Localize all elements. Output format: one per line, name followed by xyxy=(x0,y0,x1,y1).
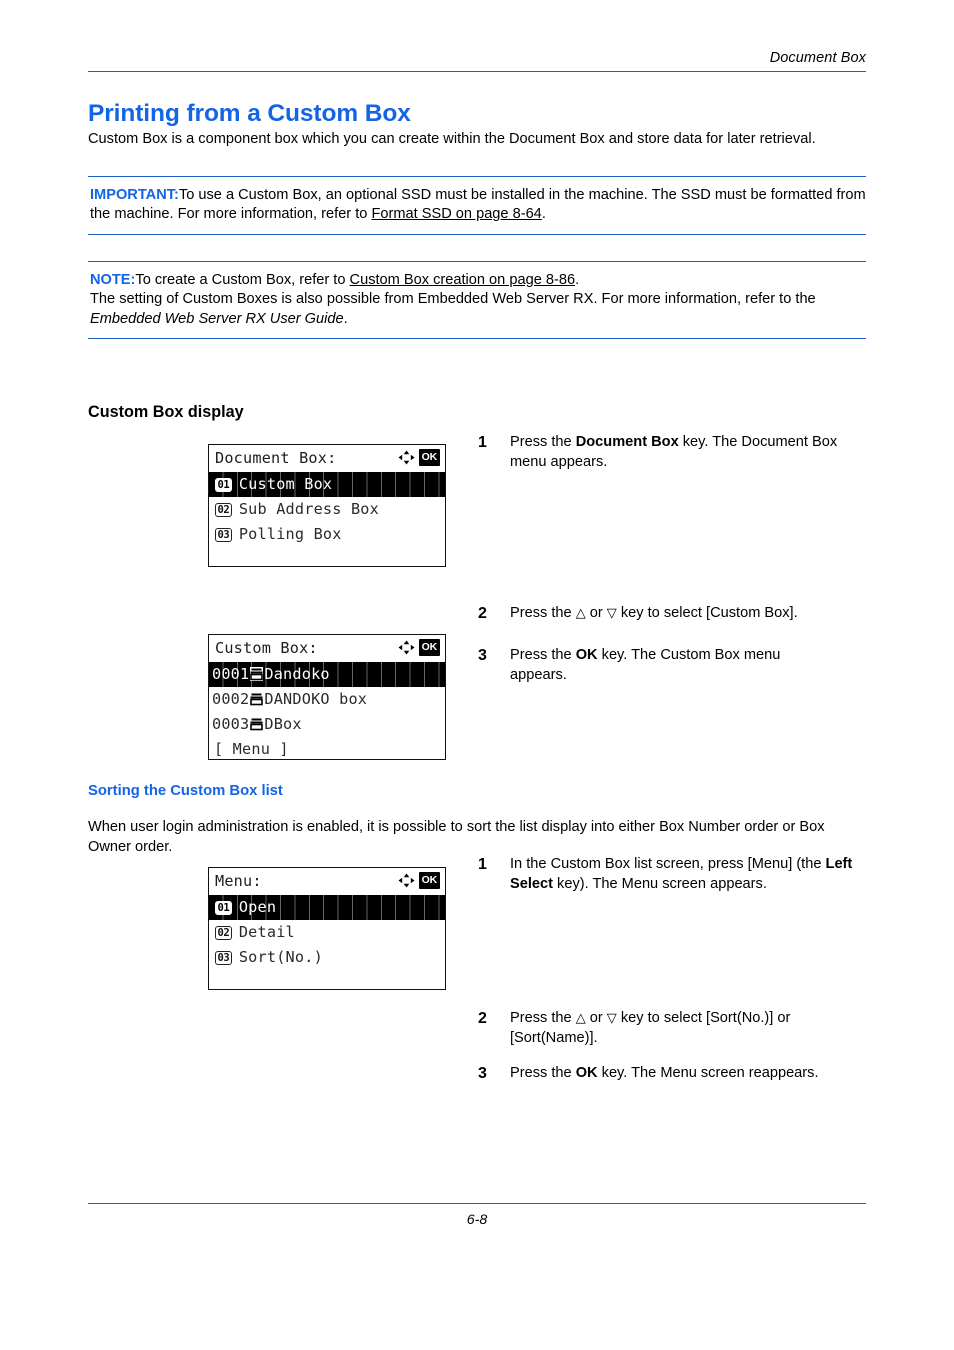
step-3-number: 3 xyxy=(478,647,487,665)
important-callout: IMPORTANT:To use a Custom Box, an option… xyxy=(88,175,866,235)
lcd2-row-2-label: DBox xyxy=(264,715,302,733)
lcd2-indicators: OK xyxy=(398,639,440,656)
lcd1-indicators: OK xyxy=(398,449,440,466)
lcd-screen-custom-box-list: Custom Box: OK 0001 Dandoko 0002 DANDOKO b… xyxy=(208,634,446,760)
lcd2-row-1[interactable]: 0002 DANDOKO box xyxy=(209,687,445,712)
intro-paragraph: Custom Box is a component box which you … xyxy=(88,131,816,147)
sort-step-2-number: 2 xyxy=(478,1010,487,1028)
box-glyph-icon xyxy=(250,714,264,731)
sorting-intro-paragraph: When user login administration is enable… xyxy=(88,819,825,855)
lcd3-row-1[interactable]: 02 Detail xyxy=(209,920,445,945)
sort-step-3-number: 3 xyxy=(478,1065,487,1083)
lcd3-row-0[interactable]: 01 Open xyxy=(209,895,445,920)
lcd1-row-1-number: 02 xyxy=(215,502,232,517)
lcd2-row-1-number: 0002 xyxy=(212,690,250,708)
note-body: NOTE:To create a Custom Box, refer to Cu… xyxy=(88,262,866,339)
lcd2-row-1-label: DANDOKO box xyxy=(264,690,368,708)
step-1-text: Press the Document Box key. The Document… xyxy=(510,434,838,470)
step-2-text: Press the △ or ▽ key to select [Custom B… xyxy=(510,605,798,622)
lcd3-title-row: Menu: OK xyxy=(209,868,445,895)
lcd1-row-2[interactable]: 03 Polling Box xyxy=(209,522,445,547)
lcd3-row-1-number: 02 xyxy=(215,925,232,940)
sort-step-item-1: 1 In the Custom Box list screen, press [… xyxy=(478,855,868,894)
lcd3-indicators: OK xyxy=(398,872,440,889)
note-text-3: The setting of Custom Boxes is also poss… xyxy=(90,291,816,307)
lcd1-row-1[interactable]: 02 Sub Address Box xyxy=(209,497,445,522)
lcd3-row-1-label: Detail xyxy=(238,923,295,941)
step-1-number: 1 xyxy=(478,434,487,451)
lcd1-row-0-number: 01 xyxy=(215,477,232,492)
lcd3-row-0-label: Open xyxy=(238,898,277,916)
document-page: Document Box Printing from a Custom Box … xyxy=(0,0,954,1350)
important-text-2: . xyxy=(541,206,546,222)
sort-step-item-2: 2 Press the △ or ▽ key to select [Sort(N… xyxy=(478,1009,868,1048)
note-text-4: . xyxy=(343,310,348,327)
note-link[interactable]: Custom Box creation on page 8-86 xyxy=(350,272,576,288)
step-2-number: 2 xyxy=(478,605,487,623)
step-3-text: Press the OK key. The Custom Box menu ap… xyxy=(510,647,781,683)
lcd1-row-2-number: 03 xyxy=(215,527,232,542)
sort-step-2-text: Press the △ or ▽ key to select [Sort(No.… xyxy=(510,1010,791,1046)
lcd3-row-2-number: 03 xyxy=(215,950,232,965)
lcd2-row-2[interactable]: 0003 DBox xyxy=(209,712,445,737)
ok-badge-icon: OK xyxy=(418,872,440,889)
running-head: Document Box xyxy=(769,50,866,66)
step-item-3: 3 Press the OK key. The Custom Box menu … xyxy=(478,646,868,685)
note-text-2: . xyxy=(575,271,580,288)
page-footer: 6-8 xyxy=(88,1203,866,1228)
sort-step-item-3: 3 Press the OK key. The Menu screen reap… xyxy=(478,1064,868,1084)
lcd2-row-2-number: 0003 xyxy=(212,715,250,733)
lcd1-title: Document Box: xyxy=(215,449,337,467)
lcd1-row-2-label: Polling Box xyxy=(238,525,342,543)
box-glyph-icon xyxy=(250,664,264,681)
note-rule-bottom xyxy=(88,338,866,339)
lcd1-row-0[interactable]: 01 Custom Box xyxy=(209,472,445,497)
important-body: IMPORTANT:To use a Custom Box, an option… xyxy=(88,177,866,234)
lcd2-row-0-label: Dandoko xyxy=(264,665,330,683)
lcd2-title: Custom Box: xyxy=(215,639,318,657)
lcd3-row-2-label: Sort(No.) xyxy=(238,948,323,966)
page-title: Printing from a Custom Box xyxy=(88,100,411,127)
lcd2-softkey-row[interactable]: [ Menu ] xyxy=(209,737,445,759)
subsection-heading-sorting: Sorting the Custom Box list xyxy=(88,783,283,799)
lcd1-row-1-label: Sub Address Box xyxy=(238,500,379,518)
lcd3-row-0-number: 01 xyxy=(215,900,232,915)
sort-step-1-number: 1 xyxy=(478,856,487,873)
sort-step-1-text: In the Custom Box list screen, press [Me… xyxy=(510,856,853,892)
lcd2-row-0[interactable]: 0001 Dandoko xyxy=(209,662,445,687)
step-list-custom-box-display: 1 Press the Document Box key. The Docume… xyxy=(478,433,868,685)
ok-badge-icon: OK xyxy=(418,639,440,656)
box-glyph-icon xyxy=(250,689,264,706)
lcd2-title-row: Custom Box: OK xyxy=(209,635,445,662)
main-content: Printing from a Custom Box Custom Box is… xyxy=(88,100,866,339)
lcd2-softkey-menu: [ Menu ] xyxy=(214,740,289,758)
lcd-screen-document-box: Document Box: OK 01 Custom Box 02 Sub Addr… xyxy=(208,444,446,567)
lcd3-title: Menu: xyxy=(215,872,262,890)
important-link[interactable]: Format SSD on page 8-64 xyxy=(371,206,541,222)
note-text-1: To create a Custom Box, refer to xyxy=(135,271,350,288)
lcd2-row-0-number: 0001 xyxy=(212,665,250,683)
step-item-2: 2 Press the △ or ▽ key to select [Custom… xyxy=(478,604,868,624)
lcd3-row-2[interactable]: 03 Sort(No.) xyxy=(209,945,445,970)
important-rule-bottom xyxy=(88,233,866,235)
important-label: IMPORTANT: xyxy=(90,186,179,203)
page-number: 6-8 xyxy=(466,1212,488,1228)
lcd-screen-menu: Menu: OK 01 Open 02 Detail 03 Sort(No.) xyxy=(208,867,446,990)
arrow-cluster-icon xyxy=(398,450,415,465)
sort-step-3-text: Press the OK key. The Menu screen reappe… xyxy=(510,1065,819,1082)
ok-badge-icon: OK xyxy=(418,449,440,466)
arrow-cluster-icon xyxy=(398,640,415,655)
lcd1-row-0-label: Custom Box xyxy=(238,475,333,493)
section-heading-custom-box-display: Custom Box display xyxy=(88,403,244,421)
note-guide-title: Embedded Web Server RX User Guide xyxy=(90,310,344,327)
page-header: Document Box xyxy=(88,50,866,72)
step-list-sorting: 1 In the Custom Box list screen, press [… xyxy=(478,855,868,1084)
step-item-1: 1 Press the Document Box key. The Docume… xyxy=(478,433,868,472)
header-rule xyxy=(88,71,866,72)
arrow-cluster-icon xyxy=(398,873,415,888)
note-label: NOTE: xyxy=(90,271,136,288)
lcd1-title-row: Document Box: OK xyxy=(209,445,445,472)
note-callout: NOTE:To create a Custom Box, refer to Cu… xyxy=(88,260,866,339)
